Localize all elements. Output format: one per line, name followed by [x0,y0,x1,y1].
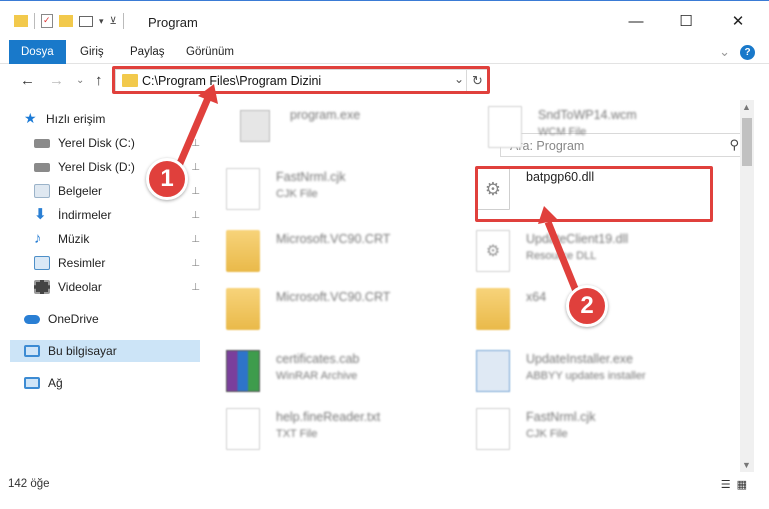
callout-step-1: 1 [146,158,188,200]
arrow-to-address-bar [174,96,212,170]
arrow-to-dll-file [544,220,582,298]
arrowhead-2 [538,206,558,224]
annotation-arrows [174,84,582,298]
callout-step-2: 2 [566,285,608,327]
